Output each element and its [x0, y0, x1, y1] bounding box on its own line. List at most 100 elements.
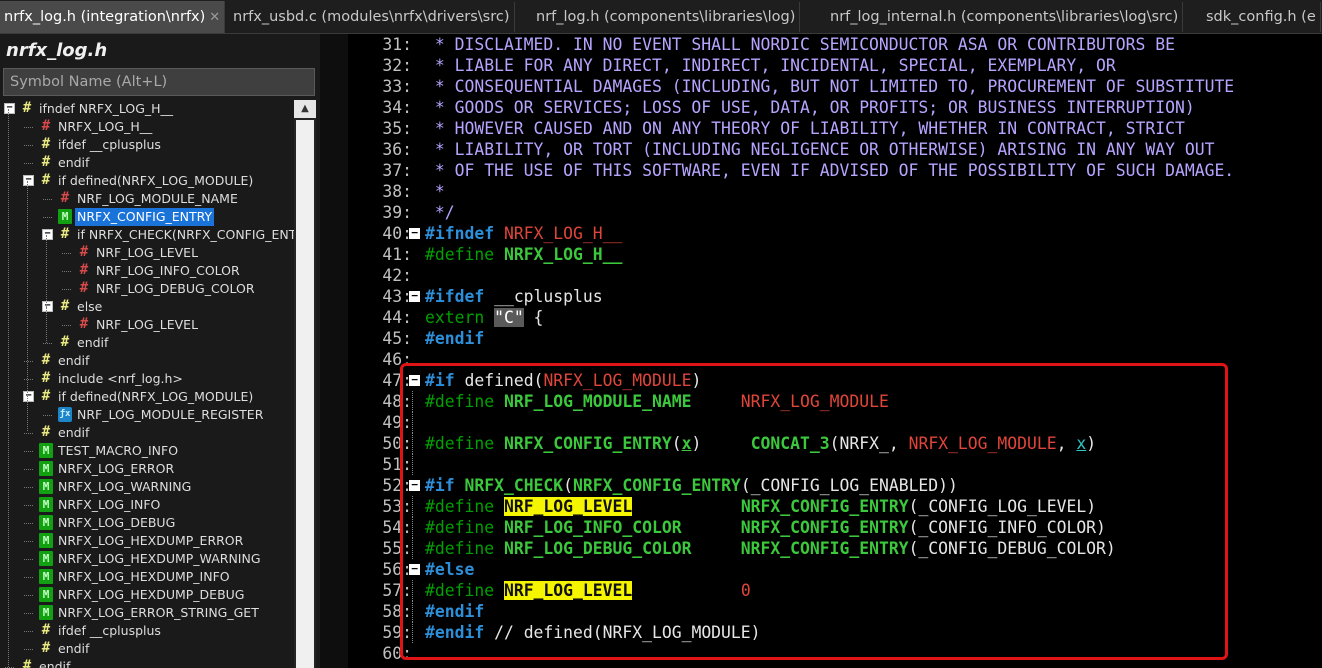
fold-toggle-icon[interactable]: − [409, 290, 420, 302]
tree-item[interactable]: ƒx NRF_LOG_MODULE_REGISTER [0, 406, 294, 424]
tree-item[interactable]: M NRFX_CONFIG_ENTRY [0, 208, 294, 226]
code-line[interactable]: 38: * [348, 181, 1322, 202]
code-line[interactable]: 43: − #ifdef __cplusplus [348, 286, 1322, 307]
tab-3[interactable]: nrf_log.h (components\libraries\log) [532, 2, 801, 32]
tree-item[interactable]: M NRFX_LOG_HEXDUMP_INFO [0, 568, 294, 586]
fold-toggle-icon[interactable]: − [409, 374, 420, 386]
code-line[interactable]: 54: #define NRF_LOG_INFO_COLOR NRFX_CONFI… [348, 517, 1322, 538]
line-number: 50: [382, 434, 412, 453]
code-line[interactable]: 32: * LIABLE FOR ANY DIRECT, INDIRECT, I… [348, 55, 1322, 76]
tree-item[interactable]: # NRF_LOG_MODULE_NAME [0, 190, 294, 208]
code-editor[interactable]: 31: * DISCLAIMED. IN NO EVENT SHALL NORD… [348, 34, 1322, 668]
code-line[interactable]: 35: * HOWEVER CAUSED AND ON ANY THEORY O… [348, 118, 1322, 139]
code-token: (NRFX_, [829, 434, 909, 453]
tree-item[interactable]: # ifdef __cplusplus [0, 136, 294, 154]
code-line[interactable]: 57: #define NRF_LOG_LEVEL 0 [348, 580, 1322, 601]
code-token: NRFX_CONFIG_ENTRY [573, 476, 741, 495]
collapse-toggle-icon[interactable]: − [23, 175, 34, 186]
tree-item[interactable]: # endif [0, 658, 294, 668]
tab-1[interactable]: nrfx_log.h (integration\nrfx) ✕ [0, 1, 226, 33]
tree-item[interactable]: M NRFX_LOG_HEXDUMP_ERROR [0, 532, 294, 550]
code-line[interactable]: 42: [348, 265, 1322, 286]
code-line[interactable]: 52: − #if NRFX_CHECK(NRFX_CONFIG_ENTRY(_CO… [348, 475, 1322, 496]
preprocessor-hash-icon: # [41, 172, 51, 188]
code-token: * HOWEVER CAUSED AND ON ANY THEORY OF LI… [425, 119, 1185, 138]
collapse-toggle-icon[interactable]: − [4, 103, 15, 114]
code-line[interactable]: 47: − #if defined(NRFX_LOG_MODULE) [348, 370, 1322, 391]
tree-item[interactable]: M TEST_MACRO_INFO [0, 442, 294, 460]
collapse-toggle-icon[interactable]: − [42, 301, 53, 312]
tree-connector [43, 217, 52, 218]
code-line[interactable]: 49: [348, 412, 1322, 433]
code-line[interactable]: 45: #endif [348, 328, 1322, 349]
code-line[interactable]: 53: #define NRF_LOG_LEVEL NRFX_CONFIG_ENT… [348, 496, 1322, 517]
tree-item-label: if defined(NRFX_LOG_MODULE) [58, 389, 254, 404]
code-line[interactable]: 48: #define NRF_LOG_MODULE_NAME NRFX_LOG_… [348, 391, 1322, 412]
code-line[interactable]: 56: − #else [348, 559, 1322, 580]
code-token: #define [425, 518, 504, 537]
tree-item[interactable]: M NRFX_LOG_INFO [0, 496, 294, 514]
code-line[interactable]: 36: * LIABILITY, OR TORT (INCLUDING NEGL… [348, 139, 1322, 160]
tree-item[interactable]: # NRFX_LOG_H__ [0, 118, 294, 136]
symbol-pane: nrfx_log.h Symbol Name (Alt+L) − # ifndef … [0, 34, 320, 668]
code-line[interactable]: 51: [348, 454, 1322, 475]
code-line[interactable]: 33: * CONSEQUENTIAL DAMAGES (INCLUDING, … [348, 76, 1322, 97]
tree-item[interactable]: # endif [0, 334, 294, 352]
tree-item[interactable]: M NRFX_LOG_ERROR_STRING_GET [0, 604, 294, 622]
close-tab-icon[interactable]: ✕ [209, 10, 220, 25]
code-line[interactable]: 55: #define NRF_LOG_DEBUG_COLOR NRFX_CONF… [348, 538, 1322, 559]
code-line[interactable]: 50: #define NRFX_CONFIG_ENTRY(x) CONCAT_3… [348, 433, 1322, 454]
tab-4[interactable]: nrf_log_internal.h (components\libraries… [826, 2, 1184, 32]
tree-item[interactable]: M NRFX_LOG_DEBUG [0, 514, 294, 532]
tree-item[interactable]: M NRFX_LOG_HEXDUMP_DEBUG [0, 586, 294, 604]
tree-item[interactable]: # endif [0, 352, 294, 370]
code-line[interactable]: 31: * DISCLAIMED. IN NO EVENT SHALL NORD… [348, 34, 1322, 55]
tab-5[interactable]: sdk_config.h (e [1202, 2, 1321, 32]
tree-item[interactable]: # endif [0, 640, 294, 658]
macro-function-icon: M [39, 497, 53, 512]
tree-item[interactable]: M NRFX_LOG_WARNING [0, 478, 294, 496]
tree-item[interactable]: # endif [0, 424, 294, 442]
code-line[interactable]: 44: extern "C" { [348, 307, 1322, 328]
tree-connector [24, 145, 33, 146]
collapse-toggle-icon[interactable]: − [42, 229, 53, 240]
fold-toggle-icon[interactable]: − [409, 227, 420, 239]
line-number: 42: [382, 266, 412, 285]
tree-scrollbar[interactable]: ▲ [294, 100, 316, 668]
tree-item[interactable]: M NRFX_LOG_ERROR [0, 460, 294, 478]
code-line[interactable]: 39: */ [348, 202, 1322, 223]
tree-item[interactable]: # NRF_LOG_INFO_COLOR [0, 262, 294, 280]
tree-item[interactable]: # NRF_LOG_LEVEL [0, 244, 294, 262]
tree-item[interactable]: # endif [0, 154, 294, 172]
fold-toggle-icon[interactable]: − [409, 479, 420, 491]
symbol-search-input[interactable]: Symbol Name (Alt+L) [3, 68, 315, 96]
code-line[interactable]: 37: * OF THE USE OF THIS SOFTWARE, EVEN … [348, 160, 1322, 181]
tree-item[interactable]: M NRFX_LOG_HEXDUMP_WARNING [0, 550, 294, 568]
line-number: 38: [382, 182, 412, 201]
code-line[interactable]: 60: [348, 643, 1322, 664]
tree-item[interactable]: # ifdef __cplusplus [0, 622, 294, 640]
tree-item[interactable]: − # else [0, 298, 294, 316]
tree-item[interactable]: − # if defined(NRFX_LOG_MODULE) [0, 172, 294, 190]
tree-item[interactable]: # NRF_LOG_DEBUG_COLOR [0, 280, 294, 298]
tree-item[interactable]: # NRF_LOG_LEVEL [0, 316, 294, 334]
tree-item[interactable]: − # if defined(NRFX_LOG_MODULE) [0, 388, 294, 406]
code-line[interactable]: 40: − #ifndef NRFX_LOG_H__ [348, 223, 1322, 244]
fold-toggle-icon[interactable]: − [409, 563, 420, 575]
collapse-toggle-icon[interactable]: − [23, 391, 34, 402]
scroll-up-arrow-icon[interactable]: ▲ [294, 100, 316, 118]
tab-2[interactable]: nrfx_usbd.c (modules\nrfx\drivers\src) [229, 2, 515, 32]
code-line[interactable]: 58: #endif [348, 601, 1322, 622]
splitter[interactable] [320, 34, 348, 668]
code-text: #endif [425, 601, 484, 622]
code-line[interactable]: 59: #endif // defined(NRFX_LOG_MODULE) [348, 622, 1322, 643]
tree-item[interactable]: − # if NRFX_CHECK(NRFX_CONFIG_ENTRY [0, 226, 294, 244]
tree-item[interactable]: − # ifndef NRFX_LOG_H__ [0, 100, 294, 118]
code-line[interactable]: 41: #define NRFX_LOG_H__ [348, 244, 1322, 265]
code-line[interactable]: 34: * GOODS OR SERVICES; LOSS OF USE, DA… [348, 97, 1322, 118]
tree-item[interactable]: # include <nrf_log.h> [0, 370, 294, 388]
scroll-thumb[interactable] [296, 120, 314, 668]
code-line[interactable]: 46: [348, 349, 1322, 370]
